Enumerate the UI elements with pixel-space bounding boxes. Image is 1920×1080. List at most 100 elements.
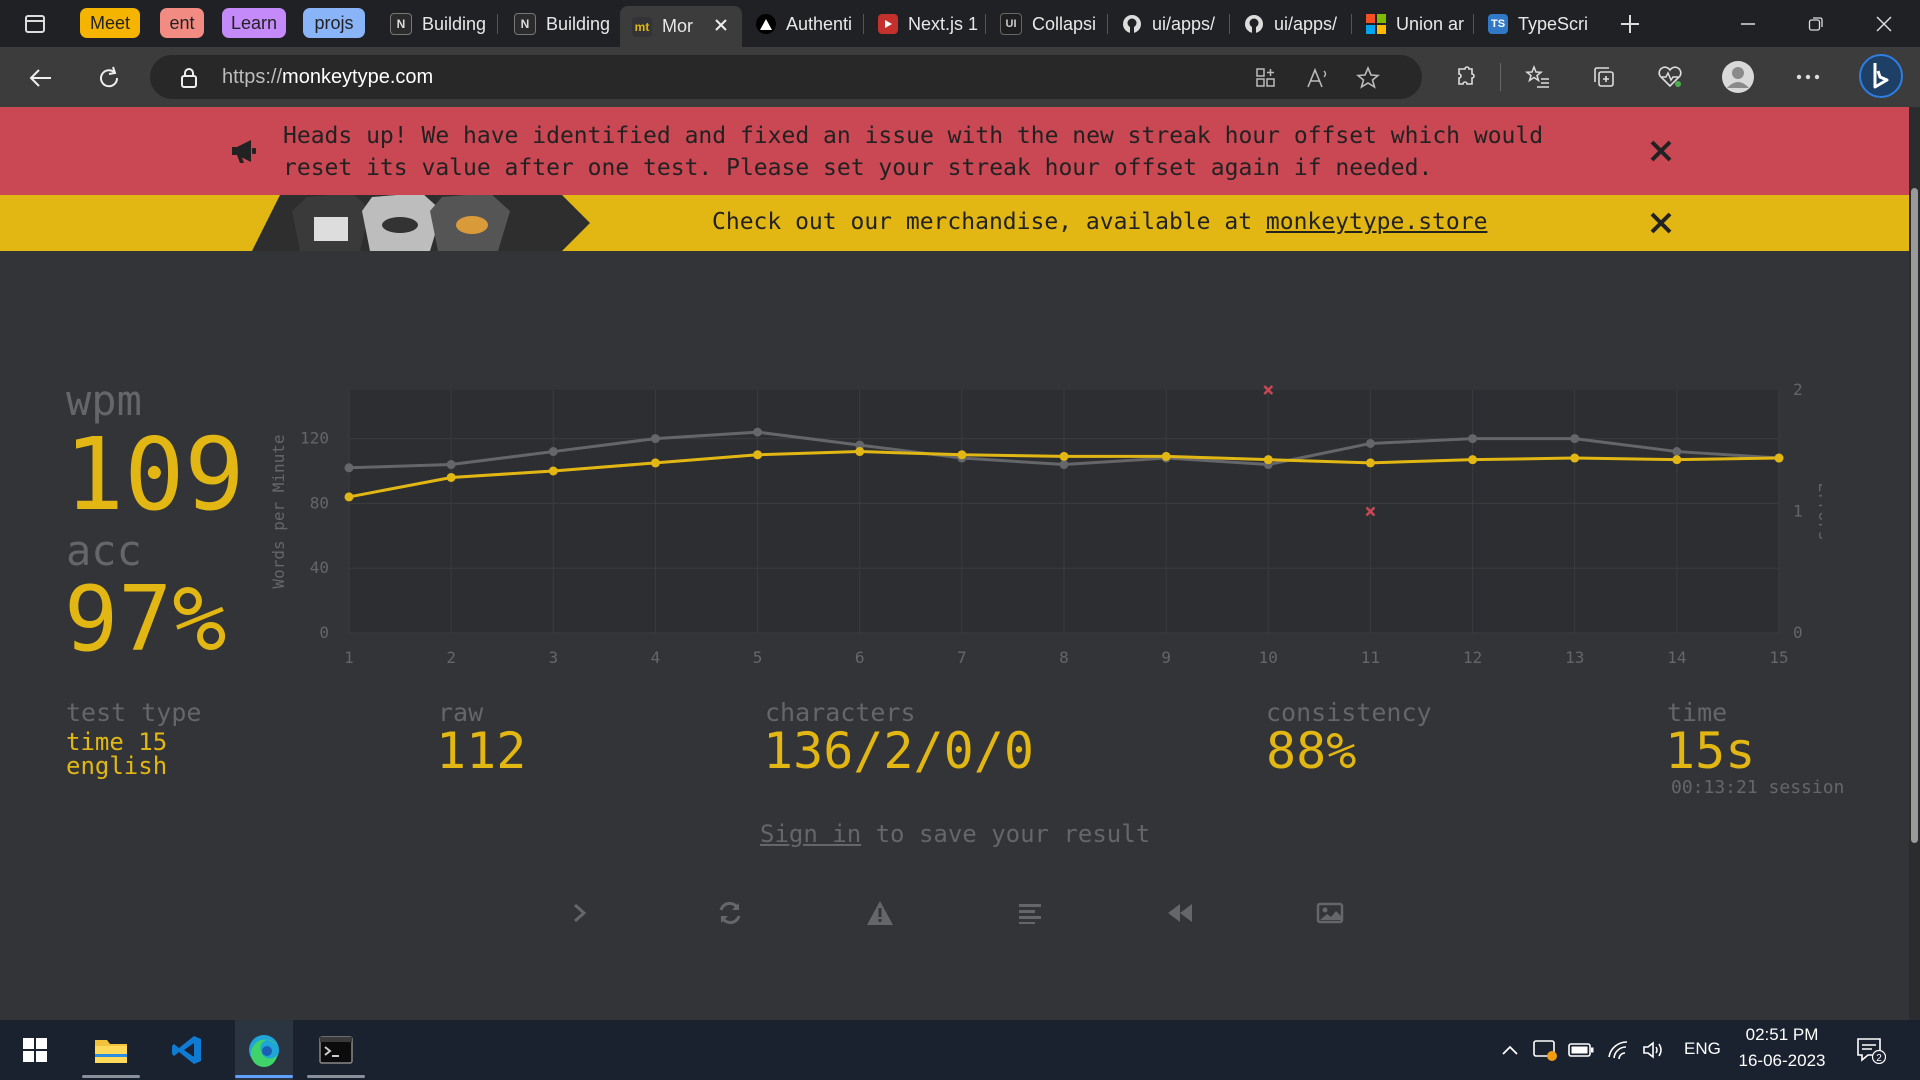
browser-tab[interactable]: N Building [378, 4, 496, 44]
browser-toolbar: https://monkeytype.com [0, 47, 1920, 107]
back-arrow-icon[interactable] [20, 57, 62, 99]
chart-grid [348, 390, 1780, 634]
restore-window-icon[interactable] [1784, 0, 1848, 47]
url-text[interactable]: https://monkeytype.com [222, 66, 433, 89]
close-window-icon[interactable] [1852, 0, 1916, 47]
y2-axis-label: Errors [1815, 483, 1822, 541]
wpm-point [548, 466, 558, 476]
tab-group-projs[interactable]: projs [303, 8, 365, 38]
wifi-icon[interactable] [1606, 1037, 1632, 1063]
browser-tab[interactable]: Authenti [744, 4, 862, 44]
wpm-point [650, 458, 660, 468]
app-available-icon[interactable] [1254, 66, 1278, 90]
x-tick-label: 7 [957, 648, 967, 667]
browser-tab[interactable]: Next.js 1 [866, 4, 984, 44]
x-tick-label: 6 [855, 648, 865, 667]
sign-in-prompt: Sign in to save your result [760, 820, 1151, 848]
terminal-icon[interactable] [307, 1020, 365, 1080]
watch-replay-button[interactable] [1160, 897, 1200, 933]
wpm-point [344, 492, 354, 502]
warning-icon [866, 900, 894, 930]
wpm-point [446, 472, 456, 482]
monkeytype-icon: mt [632, 16, 652, 37]
browser-tab[interactable]: ui/apps/ [1232, 4, 1350, 44]
raw-point [344, 463, 354, 473]
clock-date[interactable]: 16-06-2023 [1732, 1051, 1832, 1071]
close-announcement-icon[interactable] [1646, 136, 1676, 166]
bing-chat-icon[interactable] [1858, 53, 1904, 99]
edge-icon[interactable] [235, 1020, 293, 1080]
y2-tick-label: 2 [1793, 380, 1803, 399]
next-test-button[interactable] [560, 897, 600, 933]
more-menu-icon[interactable] [1790, 59, 1826, 95]
wpm-point [1161, 451, 1171, 461]
battery-icon[interactable] [1568, 1037, 1594, 1063]
minimize-window-icon[interactable] [1716, 0, 1780, 47]
tab-group-learn[interactable]: Learn [222, 8, 286, 38]
volume-icon[interactable] [1641, 1037, 1667, 1063]
tab-actions-icon[interactable] [18, 0, 52, 47]
save-screenshot-button[interactable] [1310, 897, 1350, 933]
address-bar[interactable]: https://monkeytype.com [150, 55, 1422, 99]
favorites-icon[interactable] [1520, 59, 1556, 95]
browser-essentials-icon[interactable] [1652, 59, 1688, 95]
refresh-icon [717, 900, 743, 930]
x-tick-label: 8 [1059, 648, 1069, 667]
read-aloud-icon[interactable] [1306, 66, 1330, 90]
browser-tab[interactable]: Union ar [1354, 4, 1472, 44]
merch-store-link[interactable]: monkeytype.store [1266, 209, 1488, 235]
words-history-button[interactable] [1010, 897, 1050, 933]
browser-tab[interactable]: N Building [502, 4, 620, 44]
align-left-icon [1018, 902, 1042, 928]
language-indicator[interactable]: ENG [1684, 1039, 1721, 1059]
scrollbar-thumb[interactable] [1911, 188, 1918, 843]
merch-tshirts-image[interactable] [252, 195, 590, 251]
notification-count: 2 [1876, 1053, 1882, 1064]
notion-icon: N [390, 13, 412, 35]
test-type-label: test type [66, 698, 202, 727]
time-value: 15s [1665, 722, 1756, 780]
show-hidden-icons-chevron-icon[interactable] [1497, 1037, 1523, 1063]
browser-tab[interactable]: TS TypeScri [1476, 4, 1594, 44]
raw-point [1365, 438, 1375, 448]
notion-icon: N [514, 13, 536, 35]
lock-icon[interactable] [177, 66, 201, 90]
clock-time[interactable]: 02:51 PM [1732, 1025, 1832, 1045]
update-tray-icon[interactable] [1532, 1037, 1558, 1063]
wpm-point [1570, 453, 1580, 463]
sign-in-link[interactable]: Sign in [760, 820, 861, 848]
profile-avatar-icon[interactable] [1720, 59, 1756, 95]
close-tab-icon[interactable] [714, 16, 728, 37]
vscode-icon[interactable] [158, 1020, 216, 1080]
wpm-point [753, 450, 763, 460]
raw-point [1672, 447, 1682, 457]
characters-value: 136/2/0/0 [763, 722, 1034, 780]
browser-tab-active[interactable]: mt Mor [620, 6, 742, 47]
wpm-value: 109 [64, 416, 245, 533]
browser-tab[interactable]: UI Collapsi [988, 4, 1106, 44]
browser-tab[interactable]: ui/apps/ [1110, 4, 1228, 44]
report-button[interactable] [860, 897, 900, 933]
y-tick-label: 40 [310, 558, 329, 577]
favorite-star-icon[interactable] [1356, 66, 1380, 90]
collections-icon[interactable] [1586, 59, 1622, 95]
wpm-point [855, 447, 865, 457]
raw-point [753, 427, 763, 437]
wpm-point [957, 450, 967, 460]
refresh-icon[interactable] [88, 57, 130, 99]
tab-group-meet[interactable]: Meet [80, 8, 140, 38]
raw-point [1059, 460, 1069, 470]
wpm-point [1774, 453, 1784, 463]
restart-test-button[interactable] [710, 897, 750, 933]
close-merch-icon[interactable] [1646, 208, 1676, 238]
y-tick-label: 120 [300, 429, 329, 448]
notification-center-icon[interactable]: 2 [1856, 1037, 1886, 1064]
file-explorer-icon[interactable] [82, 1020, 140, 1080]
tab-group-ent[interactable]: ent [160, 8, 204, 38]
ui-icon: UI [1000, 13, 1022, 35]
extensions-icon[interactable] [1448, 59, 1484, 95]
start-windows-icon[interactable] [6, 1020, 64, 1080]
github-icon [1244, 14, 1264, 34]
x-tick-label: 9 [1161, 648, 1171, 667]
new-tab-plus-icon[interactable] [1612, 0, 1648, 47]
